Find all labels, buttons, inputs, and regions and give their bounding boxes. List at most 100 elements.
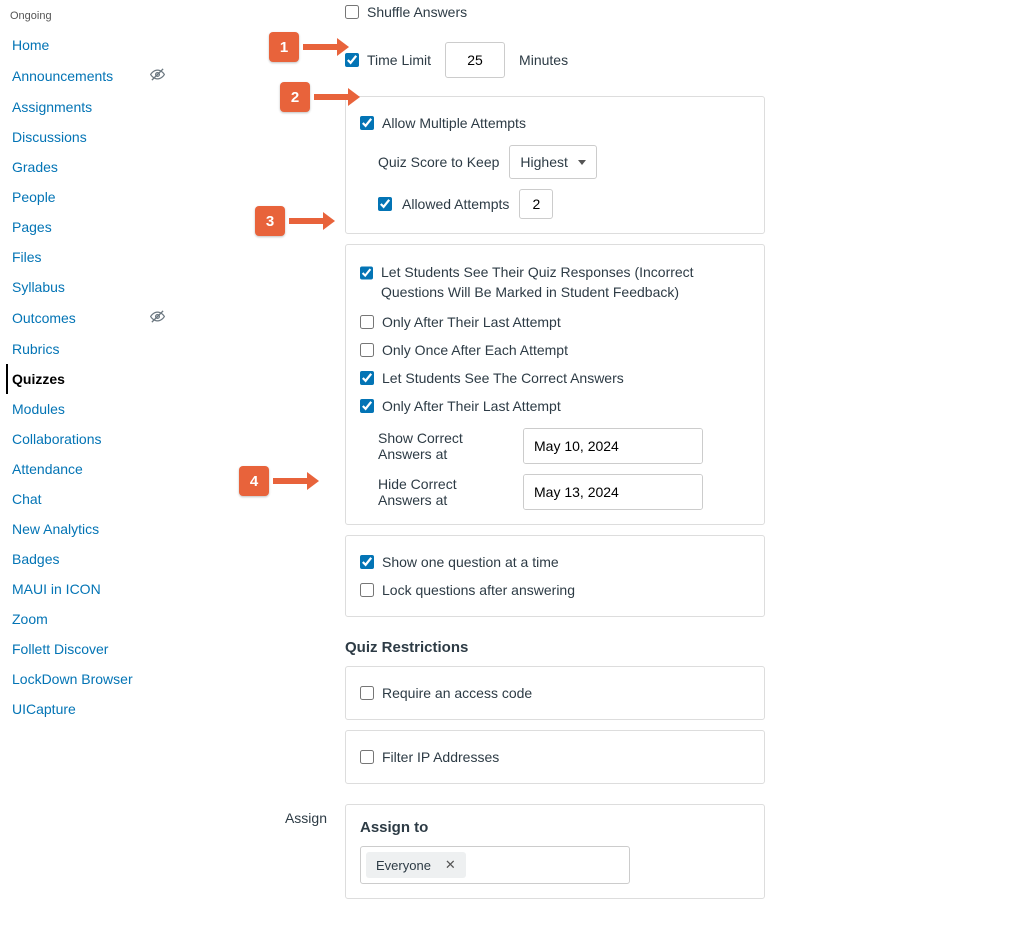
nav-item-label: Rubrics xyxy=(12,341,173,357)
one-question-label[interactable]: Show one question at a time xyxy=(382,554,559,570)
hidden-eye-icon xyxy=(150,309,165,327)
one-question-panel: Show one question at a time Lock questio… xyxy=(345,535,765,617)
nav-item-label: UICapture xyxy=(12,701,173,717)
nav-item-announcements[interactable]: Announcements xyxy=(8,60,175,92)
see-responses-checkbox[interactable] xyxy=(360,266,373,280)
access-code-panel: Require an access code xyxy=(345,666,765,720)
show-correct-at-input[interactable] xyxy=(524,429,703,463)
nav-item-label: Pages xyxy=(12,219,173,235)
nav-item-label: Syllabus xyxy=(12,279,173,295)
only-once-each-label[interactable]: Only Once After Each Attempt xyxy=(382,342,568,358)
quiz-settings-form: 1 2 3 4 Shuffle Answers xyxy=(175,0,1024,927)
correct-only-after-last-checkbox[interactable] xyxy=(360,399,374,413)
nav-item-rubrics[interactable]: Rubrics xyxy=(8,334,175,364)
nav-item-label: Modules xyxy=(12,401,173,417)
assign-to-input[interactable]: Everyone ✕ xyxy=(360,846,630,884)
multiple-attempts-label[interactable]: Allow Multiple Attempts xyxy=(382,115,526,131)
responses-panel: Let Students See Their Quiz Responses (I… xyxy=(345,244,765,525)
nav-item-label: Quizzes xyxy=(12,371,173,387)
allowed-attempts-input[interactable] xyxy=(519,189,553,219)
nav-item-outcomes[interactable]: Outcomes xyxy=(8,302,175,334)
nav-item-uicapture[interactable]: UICapture xyxy=(8,694,175,724)
lock-questions-checkbox[interactable] xyxy=(360,583,374,597)
nav-item-files[interactable]: Files xyxy=(8,242,175,272)
assign-token: Everyone ✕ xyxy=(366,852,466,878)
nav-item-maui-in-icon[interactable]: MAUI in ICON xyxy=(8,574,175,604)
nav-item-label: Outcomes xyxy=(12,310,150,326)
show-correct-at-label: Show Correct Answers at xyxy=(378,430,513,462)
remove-token-icon[interactable]: ✕ xyxy=(445,857,456,873)
hidden-eye-icon xyxy=(150,67,165,85)
nav-item-home[interactable]: Home xyxy=(8,30,175,60)
hide-correct-at-input[interactable] xyxy=(524,475,703,509)
nav-item-label: Follett Discover xyxy=(12,641,173,657)
nav-item-label: Collaborations xyxy=(12,431,173,447)
term-label: Ongoing xyxy=(8,10,175,30)
nav-item-label: Announcements xyxy=(12,68,150,84)
nav-item-label: New Analytics xyxy=(12,521,173,537)
nav-item-label: MAUI in ICON xyxy=(12,581,173,597)
nav-item-syllabus[interactable]: Syllabus xyxy=(8,272,175,302)
only-after-last-label[interactable]: Only After Their Last Attempt xyxy=(382,314,561,330)
score-keep-select[interactable]: Highest xyxy=(509,145,596,179)
only-once-each-checkbox[interactable] xyxy=(360,343,374,357)
nav-item-assignments[interactable]: Assignments xyxy=(8,92,175,122)
assign-row-label: Assign xyxy=(175,804,345,826)
nav-item-label: Files xyxy=(12,249,173,265)
nav-item-modules[interactable]: Modules xyxy=(8,394,175,424)
lock-questions-label[interactable]: Lock questions after answering xyxy=(382,582,575,598)
time-limit-input[interactable] xyxy=(445,42,505,78)
nav-item-badges[interactable]: Badges xyxy=(8,544,175,574)
one-question-checkbox[interactable] xyxy=(360,555,374,569)
nav-item-zoom[interactable]: Zoom xyxy=(8,604,175,634)
allowed-attempts-checkbox[interactable] xyxy=(378,197,392,211)
nav-item-label: LockDown Browser xyxy=(12,671,173,687)
time-limit-unit: Minutes xyxy=(519,52,568,68)
score-keep-label: Quiz Score to Keep xyxy=(378,154,499,170)
nav-item-label: Grades xyxy=(12,159,173,175)
nav-item-label: Home xyxy=(12,37,173,53)
assign-panel: Assign to Everyone ✕ xyxy=(345,804,765,899)
nav-item-attendance[interactable]: Attendance xyxy=(8,454,175,484)
hide-correct-at-label: Hide Correct Answers at xyxy=(378,476,513,508)
nav-item-follett-discover[interactable]: Follett Discover xyxy=(8,634,175,664)
nav-item-label: Zoom xyxy=(12,611,173,627)
see-correct-checkbox[interactable] xyxy=(360,371,374,385)
nav-item-chat[interactable]: Chat xyxy=(8,484,175,514)
arrow-icon xyxy=(314,90,360,104)
nav-item-label: Assignments xyxy=(12,99,173,115)
multiple-attempts-checkbox[interactable] xyxy=(360,116,374,130)
see-correct-label[interactable]: Let Students See The Correct Answers xyxy=(382,370,624,386)
nav-item-new-analytics[interactable]: New Analytics xyxy=(8,514,175,544)
arrow-icon xyxy=(273,474,319,488)
callout-2: 2 xyxy=(280,82,360,112)
callout-3: 3 xyxy=(255,206,335,236)
nav-item-pages[interactable]: Pages xyxy=(8,212,175,242)
nav-item-collaborations[interactable]: Collaborations xyxy=(8,424,175,454)
access-code-checkbox[interactable] xyxy=(360,686,374,700)
shuffle-answers-checkbox[interactable] xyxy=(345,5,359,19)
nav-item-label: People xyxy=(12,189,173,205)
callout-4: 4 xyxy=(239,466,319,496)
nav-item-label: Discussions xyxy=(12,129,173,145)
course-nav: Ongoing Home Announcements Assignments Disc… xyxy=(0,0,175,927)
nav-item-discussions[interactable]: Discussions xyxy=(8,122,175,152)
nav-item-lockdown-browser[interactable]: LockDown Browser xyxy=(8,664,175,694)
only-after-last-checkbox[interactable] xyxy=(360,315,374,329)
correct-only-after-last-label[interactable]: Only After Their Last Attempt xyxy=(382,398,561,414)
allowed-attempts-label: Allowed Attempts xyxy=(402,196,509,212)
shuffle-answers-label[interactable]: Shuffle Answers xyxy=(367,4,467,20)
filter-ip-checkbox[interactable] xyxy=(360,750,374,764)
hide-correct-at-field xyxy=(523,474,703,510)
filter-ip-panel: Filter IP Addresses xyxy=(345,730,765,784)
nav-item-quizzes[interactable]: Quizzes xyxy=(6,364,175,394)
access-code-label[interactable]: Require an access code xyxy=(382,685,532,701)
nav-item-grades[interactable]: Grades xyxy=(8,152,175,182)
time-limit-label[interactable]: Time Limit xyxy=(367,52,431,68)
filter-ip-label[interactable]: Filter IP Addresses xyxy=(382,749,499,765)
show-correct-at-field xyxy=(523,428,703,464)
nav-item-label: Chat xyxy=(12,491,173,507)
see-responses-label[interactable]: Let Students See Their Quiz Responses (I… xyxy=(381,263,750,302)
nav-item-label: Attendance xyxy=(12,461,173,477)
nav-item-people[interactable]: People xyxy=(8,182,175,212)
